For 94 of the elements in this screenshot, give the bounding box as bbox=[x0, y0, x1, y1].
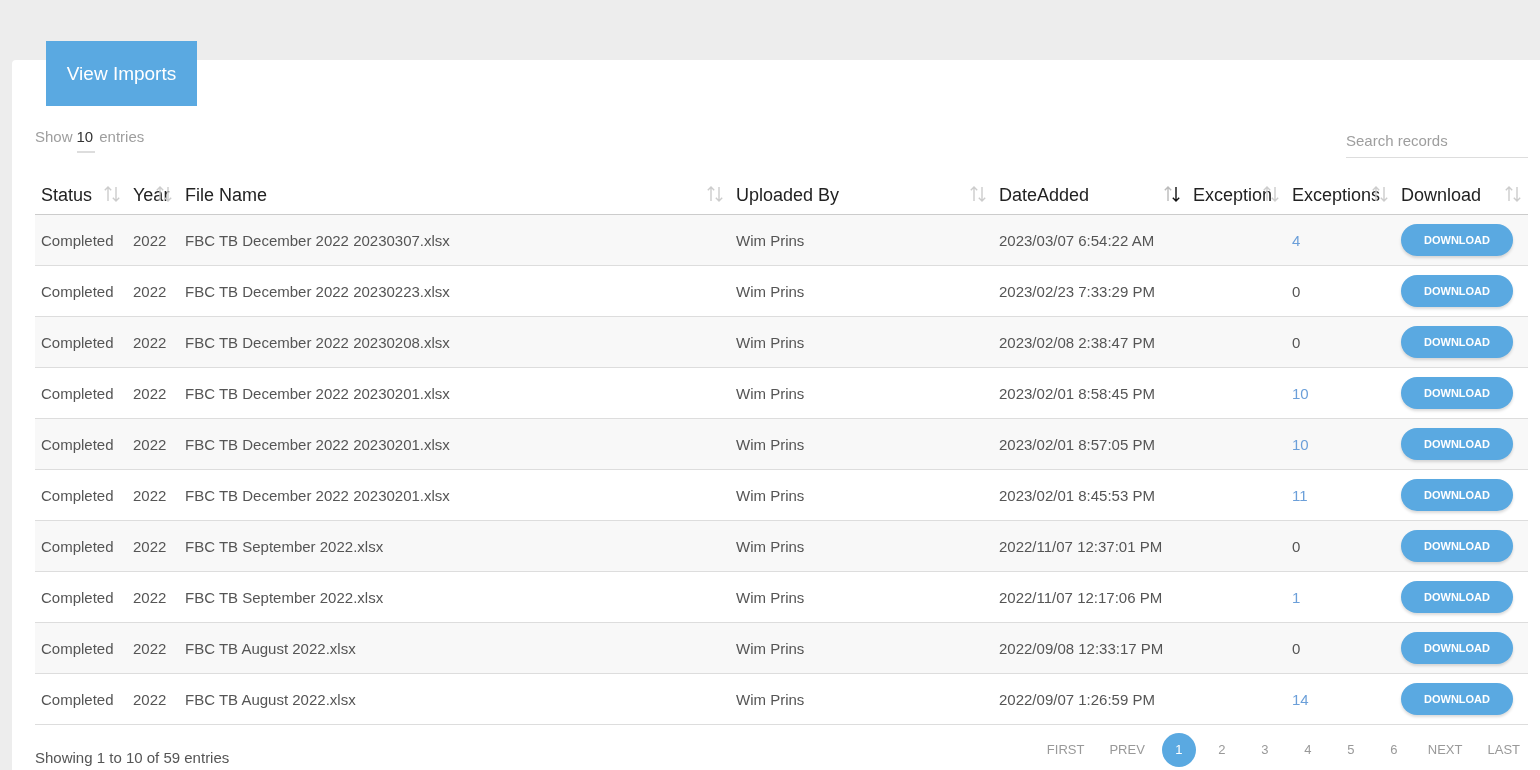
previous-page-link[interactable]: PREV bbox=[1101, 733, 1153, 767]
table-cell: Completed bbox=[41, 537, 114, 555]
sort-icon[interactable] bbox=[1163, 185, 1181, 203]
table-cell: 2022 bbox=[133, 537, 167, 555]
table-cell: Completed bbox=[41, 231, 114, 249]
table-cell: Wim Prins bbox=[736, 588, 805, 606]
last-page-link[interactable]: LAST bbox=[1479, 733, 1528, 767]
table-cell: 2022 bbox=[133, 282, 167, 300]
table-cell: 0 bbox=[1292, 282, 1301, 300]
column-header[interactable]: Uploaded By bbox=[730, 173, 993, 215]
table-cell: 2022/11/07 12:17:06 PM bbox=[999, 588, 1163, 606]
table-cell: FBC TB August 2022.xlsx bbox=[185, 690, 356, 708]
column-header[interactable]: Exceptions bbox=[1286, 173, 1395, 215]
table-cell: 0 bbox=[1292, 537, 1301, 555]
table-cell: Wim Prins bbox=[736, 639, 805, 657]
table-cell: Wim Prins bbox=[736, 333, 805, 351]
table-cell: Completed bbox=[41, 690, 114, 708]
table-cell: Wim Prins bbox=[736, 282, 805, 300]
table-cell: 2022 bbox=[133, 690, 167, 708]
table-cell: 2022 bbox=[133, 486, 167, 504]
table-cell: 2022 bbox=[133, 384, 167, 402]
table-cell: Completed bbox=[41, 588, 114, 606]
table-cell: Completed bbox=[41, 639, 114, 657]
page-link[interactable]: 5 bbox=[1333, 733, 1368, 767]
table-cell: FBC TB December 2022 20230201.xlsx bbox=[185, 384, 450, 402]
table-cell: FBC TB September 2022.xlsx bbox=[185, 588, 384, 606]
table-cell: 2023/03/07 6:54:22 AM bbox=[999, 231, 1155, 249]
table-cell: 2022/11/07 12:37:01 PM bbox=[999, 537, 1163, 555]
table-cell: Completed bbox=[41, 435, 114, 453]
view-imports-button[interactable]: View Imports bbox=[46, 41, 197, 106]
table-cell: Completed bbox=[41, 282, 114, 300]
download-button[interactable]: DOWNLOAD bbox=[1401, 530, 1513, 562]
table-cell: 0 bbox=[1292, 639, 1301, 657]
column-header[interactable]: Download bbox=[1395, 173, 1528, 215]
table-cell: Completed bbox=[41, 384, 114, 402]
table-cell: Completed bbox=[41, 486, 114, 504]
first-page-link[interactable]: FIRST bbox=[1038, 733, 1093, 767]
table-cell: 2022 bbox=[133, 588, 167, 606]
exceptions-link[interactable]: 1 bbox=[1292, 588, 1301, 606]
page-link[interactable]: 2 bbox=[1204, 733, 1239, 767]
download-button[interactable]: DOWNLOAD bbox=[1401, 632, 1513, 664]
table-cell: FBC TB December 2022 20230201.xlsx bbox=[185, 486, 450, 504]
table-cell: 2023/02/08 2:38:47 PM bbox=[999, 333, 1155, 351]
exceptions-link[interactable]: 10 bbox=[1292, 435, 1309, 453]
table-cell: 2023/02/01 8:58:45 PM bbox=[999, 384, 1155, 402]
table-cell: Wim Prins bbox=[736, 384, 805, 402]
column-header[interactable]: DateAdded bbox=[993, 173, 1187, 215]
download-button[interactable]: DOWNLOAD bbox=[1401, 683, 1513, 715]
page-link[interactable]: 1 bbox=[1161, 733, 1196, 767]
page-link[interactable]: 3 bbox=[1247, 733, 1282, 767]
download-button[interactable]: DOWNLOAD bbox=[1401, 479, 1513, 511]
download-button[interactable]: DOWNLOAD bbox=[1401, 326, 1513, 358]
table-cell: Wim Prins bbox=[736, 690, 805, 708]
show-label: Show bbox=[35, 128, 73, 147]
table-cell: 2022 bbox=[133, 639, 167, 657]
entries-label: entries bbox=[99, 128, 145, 147]
column-header[interactable]: File Name bbox=[179, 173, 730, 215]
table-cell: Wim Prins bbox=[736, 537, 805, 555]
download-button[interactable]: DOWNLOAD bbox=[1401, 275, 1513, 307]
download-button[interactable]: DOWNLOAD bbox=[1401, 377, 1513, 409]
column-header[interactable]: Year bbox=[127, 173, 179, 215]
exceptions-link[interactable]: 10 bbox=[1292, 384, 1309, 402]
table-cell: 2022/09/08 12:33:17 PM bbox=[999, 639, 1164, 657]
table-cell: 0 bbox=[1292, 333, 1301, 351]
download-button[interactable]: DOWNLOAD bbox=[1401, 428, 1513, 460]
table-cell: FBC TB September 2022.xlsx bbox=[185, 537, 384, 555]
table-cell: 2023/02/01 8:57:05 PM bbox=[999, 435, 1155, 453]
download-button[interactable]: DOWNLOAD bbox=[1401, 224, 1513, 256]
table-cell: FBC TB December 2022 20230201.xlsx bbox=[185, 435, 450, 453]
download-button[interactable]: DOWNLOAD bbox=[1401, 581, 1513, 613]
exceptions-link[interactable]: 11 bbox=[1292, 486, 1308, 504]
column-header[interactable]: Status bbox=[35, 173, 127, 215]
next-page-link[interactable]: NEXT bbox=[1419, 733, 1471, 767]
table-cell: FBC TB December 2022 20230307.xlsx bbox=[185, 231, 450, 249]
table-cell: 2023/02/01 8:45:53 PM bbox=[999, 486, 1155, 504]
table-cell: 2023/02/23 7:33:29 PM bbox=[999, 282, 1155, 300]
table-cell: Wim Prins bbox=[736, 435, 805, 453]
entries-info: Showing 1 to 10 of 59 entries bbox=[35, 749, 230, 766]
table-cell: 2022/09/07 1:26:59 PM bbox=[999, 690, 1155, 708]
table-cell: Wim Prins bbox=[736, 231, 805, 249]
table-cell: FBC TB December 2022 20230208.xlsx bbox=[185, 333, 450, 351]
column-header[interactable]: Exception bbox=[1187, 173, 1286, 215]
page-link[interactable]: 6 bbox=[1376, 733, 1411, 767]
table-cell: Wim Prins bbox=[736, 486, 805, 504]
table-cell: Completed bbox=[41, 333, 114, 351]
entries-select[interactable]: 10 bbox=[76, 128, 96, 153]
exceptions-link[interactable]: 14 bbox=[1292, 690, 1309, 708]
table-cell: FBC TB August 2022.xlsx bbox=[185, 639, 356, 657]
page-link[interactable]: 4 bbox=[1290, 733, 1325, 767]
table-cell: FBC TB December 2022 20230223.xlsx bbox=[185, 282, 450, 300]
exceptions-link[interactable]: 4 bbox=[1292, 231, 1301, 249]
table-cell: 2022 bbox=[133, 333, 167, 351]
table-cell: 2022 bbox=[133, 435, 167, 453]
table-cell: 2022 bbox=[133, 231, 167, 249]
